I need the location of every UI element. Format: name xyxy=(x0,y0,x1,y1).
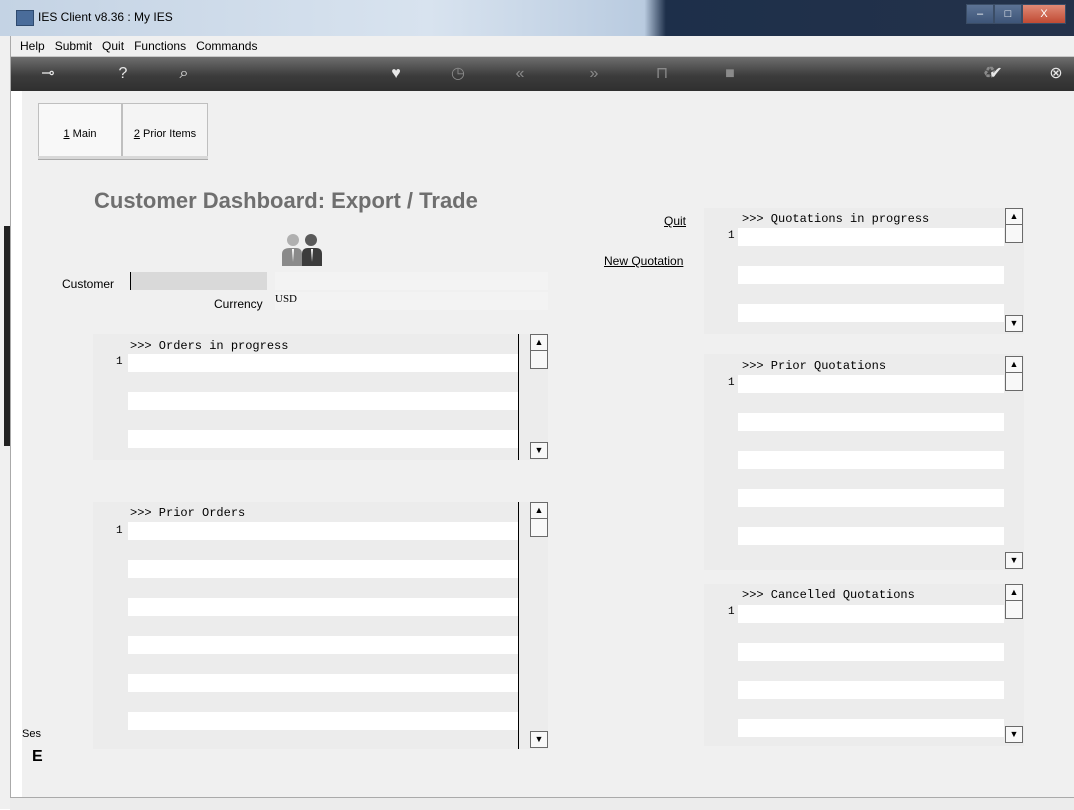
scroll-down-button[interactable]: ▼ xyxy=(1005,552,1023,569)
help-icon[interactable]: ? xyxy=(107,57,139,91)
row-number: 1 xyxy=(728,377,735,389)
heart-icon[interactable]: ♥ xyxy=(380,57,412,91)
scroll-thumb[interactable] xyxy=(1005,601,1023,619)
table-row[interactable] xyxy=(128,354,518,372)
row-number: 1 xyxy=(116,525,123,537)
fast-forward-icon[interactable]: » xyxy=(578,57,610,91)
scroll-thumb[interactable] xyxy=(1005,225,1023,243)
toolbar: ⊸ ? ⌕ ♥ ◷ « » ⊓ ■ ♻ ✔ ⊗ xyxy=(10,57,1074,91)
scroll-thumb[interactable] xyxy=(530,351,548,369)
customer-input[interactable] xyxy=(130,272,267,290)
scroll-up-button[interactable]: ▲ xyxy=(1005,208,1023,225)
session-glyph: E xyxy=(32,748,43,765)
stop-icon[interactable]: ■ xyxy=(714,57,746,91)
table-row[interactable] xyxy=(738,451,1004,469)
table-row[interactable] xyxy=(738,375,1004,393)
scroll-down-button[interactable]: ▼ xyxy=(530,731,548,748)
table-row[interactable] xyxy=(128,430,518,448)
table-row[interactable] xyxy=(738,643,1004,661)
scroll-down-button[interactable]: ▼ xyxy=(1005,315,1023,332)
table-row[interactable] xyxy=(738,228,1004,246)
new-quotation-link[interactable]: New Quotation xyxy=(604,254,683,268)
tools-icon[interactable]: ⊓ xyxy=(646,57,678,91)
menu-help[interactable]: Help xyxy=(20,39,45,53)
close-window-button[interactable]: X xyxy=(1022,4,1066,24)
table-row[interactable] xyxy=(128,560,518,578)
users-icon xyxy=(282,234,322,266)
scroll-thumb[interactable] xyxy=(530,519,548,537)
table-row[interactable] xyxy=(738,605,1004,623)
close-icon[interactable]: ⊗ xyxy=(1040,57,1072,91)
table-row[interactable] xyxy=(738,413,1004,431)
table-row[interactable] xyxy=(128,522,518,540)
table-row[interactable] xyxy=(738,681,1004,699)
menu-submit[interactable]: Submit xyxy=(55,39,92,53)
menu-bar: Help Submit Quit Functions Commands xyxy=(10,36,1074,57)
scroll-thumb[interactable] xyxy=(1005,373,1023,391)
scroll-up-button[interactable]: ▲ xyxy=(530,502,548,519)
clock-icon[interactable]: ◷ xyxy=(442,57,474,91)
table-row[interactable] xyxy=(738,719,1004,737)
currency-label: Currency xyxy=(214,297,263,311)
table-row[interactable] xyxy=(128,598,518,616)
minimize-button[interactable]: – xyxy=(966,4,994,24)
table-row[interactable] xyxy=(128,636,518,654)
scroll-up-button[interactable]: ▲ xyxy=(1005,356,1023,373)
currency-value: USD xyxy=(275,292,548,310)
bottom-frame xyxy=(10,797,1074,810)
table-row[interactable] xyxy=(128,392,518,410)
session-label: Ses xyxy=(22,728,41,740)
rewind-icon[interactable]: « xyxy=(504,57,536,91)
tab-prior-items[interactable]: 2 Prior Items xyxy=(122,103,208,158)
table-row[interactable] xyxy=(128,712,518,730)
prior-orders-header: >>> Prior Orders xyxy=(130,506,246,520)
tab-main[interactable]: 1 Main xyxy=(38,103,122,158)
quit-link[interactable]: Quit xyxy=(664,214,686,228)
page-title: Customer Dashboard: Export / Trade xyxy=(94,188,478,213)
maximize-button[interactable]: □ xyxy=(994,4,1022,24)
table-row[interactable] xyxy=(738,266,1004,284)
table-row[interactable] xyxy=(738,304,1004,322)
tab-underline xyxy=(38,156,208,160)
row-number: 1 xyxy=(116,356,123,368)
row-number: 1 xyxy=(728,230,735,242)
customer-label: Customer xyxy=(62,277,115,291)
row-number: 1 xyxy=(728,606,735,618)
window-title-bar: IES Client v8.36 : My IES – □ X xyxy=(0,0,1074,37)
app-icon xyxy=(16,10,34,26)
check-icon[interactable]: ✔ xyxy=(980,57,1012,91)
scroll-down-button[interactable]: ▼ xyxy=(1005,726,1023,743)
prior-quotations-header: >>> Prior Quotations xyxy=(742,359,887,373)
quotations-in-progress-header: >>> Quotations in progress xyxy=(742,212,930,226)
key-icon[interactable]: ⊸ xyxy=(32,57,64,91)
menu-functions[interactable]: Functions xyxy=(134,39,186,53)
left-frame xyxy=(0,36,11,809)
scroll-up-button[interactable]: ▲ xyxy=(1005,584,1023,601)
menu-commands[interactable]: Commands xyxy=(196,39,257,53)
orders-in-progress-header: >>> Orders in progress xyxy=(130,339,289,353)
scroll-up-button[interactable]: ▲ xyxy=(530,334,548,351)
scroll-down-button[interactable]: ▼ xyxy=(530,442,548,459)
table-row[interactable] xyxy=(738,489,1004,507)
search-icon[interactable]: ⌕ xyxy=(168,57,200,91)
menu-quit[interactable]: Quit xyxy=(102,39,124,53)
customer-name-display xyxy=(275,272,548,290)
table-row[interactable] xyxy=(738,527,1004,545)
window-title: IES Client v8.36 : My IES xyxy=(38,10,173,24)
cancelled-quotations-header: >>> Cancelled Quotations xyxy=(742,588,915,602)
table-row[interactable] xyxy=(128,674,518,692)
